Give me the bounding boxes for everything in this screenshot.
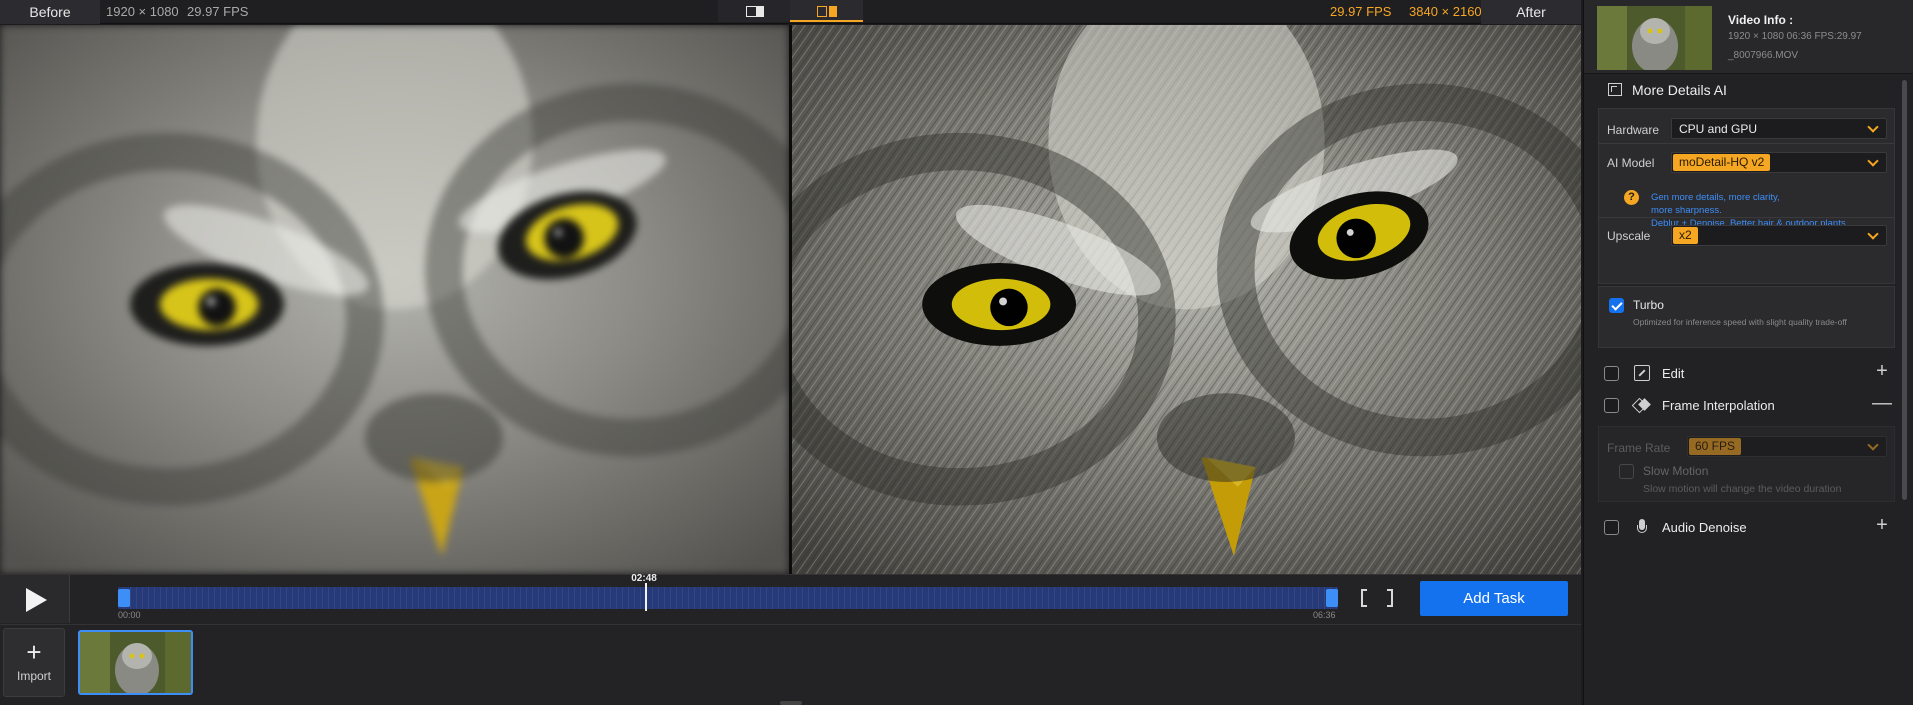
expand-edit-button[interactable]: + <box>1872 360 1892 383</box>
audio-denoise-title: Audio Denoise <box>1662 520 1747 535</box>
chevron-down-icon <box>1867 155 1879 167</box>
end-time: 06:36 <box>1313 610 1336 620</box>
edit-icon <box>1634 365 1650 381</box>
timeline-bar: 02:48 00:00 06:36 Add Task <box>0 573 1581 624</box>
import-label: Import <box>16 669 51 683</box>
slow-motion-description: Slow motion will change the video durati… <box>1643 483 1842 495</box>
upscale-label: Upscale <box>1607 229 1651 243</box>
owl-thumbnail-image <box>80 632 191 693</box>
import-button[interactable]: + Import <box>3 628 65 697</box>
more-details-title: More Details AI <box>1632 82 1727 98</box>
edit-checkbox[interactable] <box>1604 366 1619 381</box>
owl-frame-before <box>0 25 789 574</box>
upscale-value: x2 <box>1673 227 1698 244</box>
microphone-icon <box>1634 519 1650 535</box>
divider <box>1599 143 1894 144</box>
audio-denoise-checkbox[interactable] <box>1604 520 1619 535</box>
trim-start-handle[interactable] <box>118 589 130 607</box>
video-thumbnail <box>1597 6 1712 70</box>
divider <box>1599 217 1894 218</box>
owl-thumbnail-image <box>1597 6 1712 70</box>
upscale-select[interactable]: x2 <box>1671 225 1887 246</box>
expand-audio-denoise-button[interactable]: + <box>1872 514 1892 537</box>
ai-model-label: AI Model <box>1607 156 1655 170</box>
before-preview[interactable] <box>0 25 789 574</box>
panel-scrollbar[interactable] <box>1902 80 1907 500</box>
slow-motion-label: Slow Motion <box>1643 464 1709 478</box>
owl-frame-after <box>792 25 1581 574</box>
frame-interpolation-icon <box>1634 397 1650 413</box>
frame-rate-label: Frame Rate <box>1607 441 1671 455</box>
before-resolution: 1920 × 1080 <box>106 4 179 19</box>
video-info: Video Info : 1920 × 1080 06:36 FPS:29.97… <box>1584 0 1913 74</box>
current-time: 02:48 <box>631 573 657 584</box>
timeline-track[interactable] <box>118 587 1338 609</box>
after-fps: 29.97 FPS <box>1330 4 1392 19</box>
frame-interpolation-settings: Frame Rate 60 FPS Slow Motion Slow motio… <box>1598 426 1895 502</box>
clip-thumbnail[interactable] <box>78 630 193 695</box>
after-preview[interactable] <box>792 25 1581 574</box>
slow-motion-checkbox[interactable] <box>1619 464 1634 479</box>
before-label: Before <box>0 0 100 24</box>
edit-section: Edit + <box>1584 358 1902 388</box>
frame-rate-select[interactable]: 60 FPS <box>1687 436 1887 457</box>
turbo-label: Turbo <box>1633 298 1664 312</box>
play-button[interactable] <box>0 575 70 623</box>
frame-interpolation-title: Frame Interpolation <box>1662 398 1775 413</box>
ai-model-value: moDetail-HQ v2 <box>1673 154 1771 171</box>
video-filename: _8007966.MOV <box>1728 50 1799 61</box>
video-info-meta: 1920 × 1080 06:36 FPS:29.97 <box>1728 31 1862 42</box>
audio-denoise-section: Audio Denoise + <box>1584 512 1902 542</box>
mark-out-icon[interactable] <box>1387 589 1393 607</box>
preview-toolbar: Before 1920 × 1080 29.97 FPS 29.97 FPS 3… <box>0 0 1581 24</box>
mark-in-icon[interactable] <box>1361 589 1367 607</box>
turbo-option: Turbo Optimized for inference speed with… <box>1598 286 1895 348</box>
settings-panel: Video Info : 1920 × 1080 06:36 FPS:29.97… <box>1583 0 1913 705</box>
turbo-checkbox[interactable] <box>1609 298 1624 313</box>
model-desc-line: Gen more details, more clarity, <box>1651 192 1780 203</box>
more-details-settings: Hardware CPU and GPU AI Model moDetail-H… <box>1598 108 1895 284</box>
frame-interpolation-section: Frame Interpolation — <box>1584 390 1902 420</box>
turbo-description: Optimized for inference speed with sligh… <box>1633 317 1847 327</box>
start-time: 00:00 <box>118 610 141 620</box>
help-icon[interactable]: ? <box>1624 190 1639 205</box>
single-view-button[interactable] <box>718 0 791 22</box>
plus-icon: + <box>26 637 42 667</box>
edit-title: Edit <box>1662 366 1685 381</box>
after-resolution: 3840 × 2160 <box>1409 4 1482 19</box>
single-view-icon <box>746 6 764 17</box>
add-task-button[interactable]: Add Task <box>1420 581 1568 616</box>
mark-in-out <box>1359 587 1399 609</box>
after-label: After <box>1481 0 1581 24</box>
hardware-label: Hardware <box>1607 123 1660 137</box>
hardware-value: CPU and GPU <box>1679 122 1758 136</box>
resize-grip[interactable] <box>780 701 802 705</box>
chevron-down-icon <box>1867 228 1879 240</box>
collapse-frame-interpolation-button[interactable]: — <box>1872 392 1892 415</box>
chevron-down-icon <box>1867 439 1879 451</box>
enhance-icon <box>1608 83 1622 96</box>
playhead[interactable] <box>645 583 648 611</box>
clip-strip: + Import <box>0 624 1581 705</box>
video-info-title: Video Info : <box>1728 13 1794 27</box>
chevron-down-icon <box>1867 121 1879 133</box>
split-view-button[interactable] <box>790 0 863 22</box>
frame-interpolation-checkbox[interactable] <box>1604 398 1619 413</box>
hardware-select[interactable]: CPU and GPU <box>1671 118 1887 139</box>
before-fps: 29.97 FPS <box>187 4 249 19</box>
model-desc-line: more sharpness. <box>1651 205 1722 216</box>
ai-model-select[interactable]: moDetail-HQ v2 <box>1671 152 1887 173</box>
frame-rate-value: 60 FPS <box>1689 438 1742 455</box>
split-view-icon <box>817 6 837 17</box>
trim-end-handle[interactable] <box>1326 589 1338 607</box>
